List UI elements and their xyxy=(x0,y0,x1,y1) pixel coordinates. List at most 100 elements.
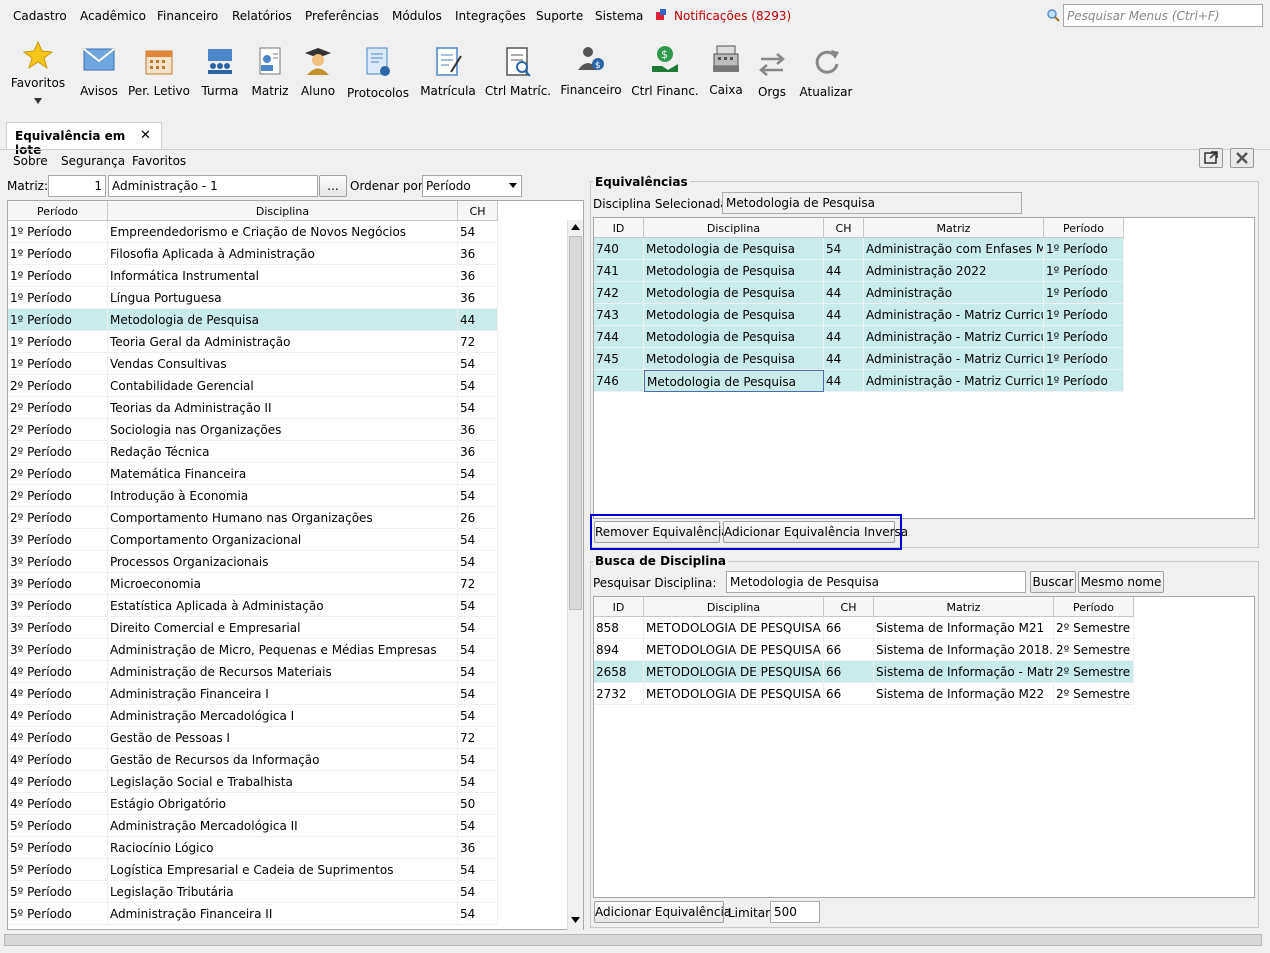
table-row[interactable]: 2º Período Comportamento Humano nas Organ… xyxy=(8,507,498,529)
table-row[interactable]: 858METODOLOGIA DE PESQUISA C...66Sistema… xyxy=(594,617,1134,639)
table-row[interactable]: 2658METODOLOGIA DE PESQUISA C...66Sistem… xyxy=(594,661,1134,683)
submenu-seguranca[interactable]: Segurança xyxy=(61,154,125,168)
horizontal-scrollbar[interactable] xyxy=(4,934,1262,946)
column-header-ch[interactable]: CH xyxy=(458,201,498,221)
toolbar-aluno-button[interactable]: Aluno xyxy=(298,34,338,110)
table-row[interactable]: 2º Período Matemática Financeira 54 xyxy=(8,463,498,485)
menu-academico[interactable]: Acadêmico xyxy=(80,9,146,23)
toolbar-atualizar-button[interactable]: Atualizar xyxy=(798,34,854,110)
table-row[interactable]: 3º Período Processos Organizacionais 54 xyxy=(8,551,498,573)
close-icon[interactable]: ✕ xyxy=(140,128,151,143)
toolbar-avisos-button[interactable]: Avisos xyxy=(76,34,122,110)
table-row[interactable]: 894METODOLOGIA DE PESQUISA C...66Sistema… xyxy=(594,639,1134,661)
scrollbar-thumb[interactable] xyxy=(569,236,582,610)
submenu-favoritos[interactable]: Favoritos xyxy=(132,154,186,168)
detach-window-button[interactable] xyxy=(1199,148,1223,168)
menu-relatorios[interactable]: Relatórios xyxy=(232,9,292,23)
table-row[interactable]: 1º Período Teoria Geral da Administração 7… xyxy=(8,331,498,353)
menu-cadastro[interactable]: Cadastro xyxy=(13,9,67,23)
table-row[interactable]: 746 Metodologia de Pesquisa 44 Administraçã… xyxy=(594,370,1124,392)
notification-icon[interactable] xyxy=(655,9,667,21)
toolbar-ctrl-matricula-button[interactable]: Ctrl Matríc. xyxy=(484,34,552,110)
matriz-name-field[interactable]: Administração - 1 xyxy=(108,175,318,197)
table-row[interactable]: 5º Período Administração Financeira II 54 xyxy=(8,903,498,925)
column-header-disciplina[interactable]: Disciplina xyxy=(108,201,458,221)
menu-modulos[interactable]: Módulos xyxy=(392,9,442,23)
table-row[interactable]: 4º Período Gestão de Pessoas I 72 xyxy=(8,727,498,749)
menu-preferencias[interactable]: Preferências xyxy=(305,9,379,23)
table-row[interactable]: 3º Período Comportamento Organizacional 54 xyxy=(8,529,498,551)
table-row[interactable]: 2º Período Redação Técnica 36 xyxy=(8,441,498,463)
table-row[interactable]: 740 Metodologia de Pesquisa 54 Administraçã… xyxy=(594,238,1124,260)
matriz-id-field[interactable]: 1 xyxy=(48,175,106,197)
table-row[interactable]: 742 Metodologia de Pesquisa 44 Administraçã… xyxy=(594,282,1124,304)
table-row[interactable]: 743 Metodologia de Pesquisa 44 Administraçã… xyxy=(594,304,1124,326)
column-header-periodo[interactable]: Período xyxy=(1054,597,1134,617)
add-equivalence-button[interactable]: Adicionar Equivalência xyxy=(594,901,731,923)
table-row[interactable]: 4º Período Administração Financeira I 54 xyxy=(8,683,498,705)
column-header-matriz[interactable]: Matriz xyxy=(874,597,1054,617)
close-window-button[interactable] xyxy=(1230,148,1254,168)
search-discipline-input[interactable]: Metodologia de Pesquisa xyxy=(726,571,1026,593)
table-row[interactable]: 4º Período Gestão de Recursos da Informaç… xyxy=(8,749,498,771)
toolbar-matriz-button[interactable]: Matriz xyxy=(248,34,292,110)
table-row[interactable]: 3º Período Microeconomia 72 xyxy=(8,573,498,595)
submenu-sobre[interactable]: Sobre xyxy=(13,154,48,168)
toolbar-caixa-button[interactable]: Caixa xyxy=(706,34,746,110)
menu-suporte[interactable]: Suporte xyxy=(536,9,583,23)
table-row[interactable]: 3º Período Direito Comercial e Empresaria… xyxy=(8,617,498,639)
notifications-link[interactable]: Notificações (8293) xyxy=(674,9,791,23)
column-header-disciplina[interactable]: Disciplina xyxy=(644,218,824,238)
table-row[interactable]: 5º Período Administração Mercadológica II… xyxy=(8,815,498,837)
table-row[interactable]: 2º Período Introdução à Economia 54 xyxy=(8,485,498,507)
column-header-id[interactable]: ID xyxy=(594,597,644,617)
table-row[interactable]: 2º Período Teorias da Administração II 54 xyxy=(8,397,498,419)
table-row[interactable]: 1º Período Informática Instrumental 36 xyxy=(8,265,498,287)
table-row[interactable]: 4º Período Legislação Social e Trabalhist… xyxy=(8,771,498,793)
toolbar-periodo-letivo-button[interactable]: Per. Letivo xyxy=(128,34,190,110)
table-row[interactable]: 4º Período Administração de Recursos Mate… xyxy=(8,661,498,683)
toolbar-matricula-button[interactable]: Matrícula xyxy=(418,34,478,110)
table-row[interactable]: 4º Período Administração Mercadológica I5… xyxy=(8,705,498,727)
browse-matriz-button[interactable]: ... xyxy=(319,175,347,197)
table-row[interactable]: 4º Período Estágio Obrigatório 50 xyxy=(8,793,498,815)
same-name-button[interactable]: Mesmo nome xyxy=(1078,571,1164,593)
column-header-matriz[interactable]: Matriz xyxy=(864,218,1044,238)
toolbar-protocolos-button[interactable]: Protocolos xyxy=(346,34,410,110)
menu-financeiro[interactable]: Financeiro xyxy=(157,9,218,23)
column-header-ch[interactable]: CH xyxy=(824,597,874,617)
table-row[interactable]: 1º Período Metodologia de Pesquisa 44 xyxy=(8,309,498,331)
table-row[interactable]: 2º Período Contabilidade Gerencial 54 xyxy=(8,375,498,397)
limit-input[interactable]: 500 xyxy=(770,901,820,923)
search-menus-input[interactable]: Pesquisar Menus (Ctrl+F) xyxy=(1063,4,1263,27)
vertical-scrollbar[interactable] xyxy=(567,220,583,930)
table-row[interactable]: 1º Período Língua Portuguesa 36 xyxy=(8,287,498,309)
toolbar-ctrl-financeiro-button[interactable]: $ Ctrl Financ. xyxy=(630,34,700,110)
toolbar-orgs-button[interactable]: Orgs xyxy=(752,34,792,110)
table-row[interactable]: 2732METODOLOGIA DE PESQUISA C...66Sistem… xyxy=(594,683,1134,705)
table-row[interactable]: 5º Período Raciocínio Lógico 36 xyxy=(8,837,498,859)
search-button[interactable]: Buscar xyxy=(1030,571,1076,593)
menu-integracoes[interactable]: Integrações xyxy=(455,9,526,23)
column-header-id[interactable]: ID xyxy=(594,218,644,238)
table-row[interactable]: 744 Metodologia de Pesquisa 44 Administraçã… xyxy=(594,326,1124,348)
table-row[interactable]: 3º Período Administração de Micro, Pequen… xyxy=(8,639,498,661)
column-header-periodo[interactable]: Período xyxy=(1044,218,1124,238)
table-row[interactable]: 2º Período Sociologia nas Organizações 36 xyxy=(8,419,498,441)
table-row[interactable]: 1º Período Empreendedorismo e Criação de … xyxy=(8,221,498,243)
table-row[interactable]: 5º Período Legislação Tributária 54 xyxy=(8,881,498,903)
order-by-select[interactable]: Período xyxy=(422,175,522,197)
column-header-disciplina[interactable]: Disciplina xyxy=(644,597,824,617)
menu-sistema[interactable]: Sistema xyxy=(595,9,643,23)
table-row[interactable]: 745 Metodologia de Pesquisa 44 Administraçã… xyxy=(594,348,1124,370)
table-row[interactable]: 1º Período Vendas Consultivas 54 xyxy=(8,353,498,375)
toolbar-financeiro-button[interactable]: $ Financeiro xyxy=(560,34,622,110)
column-header-periodo[interactable]: Período xyxy=(8,201,108,221)
toolbar-favoritos-button[interactable]: Favoritos xyxy=(8,34,68,110)
table-row[interactable]: 741 Metodologia de Pesquisa 44 Administraçã… xyxy=(594,260,1124,282)
tab-equivalencia-em-lote[interactable]: Equivalência em lote ✕ xyxy=(6,122,162,157)
table-row[interactable]: 3º Período Estatística Aplicada à Adminis… xyxy=(8,595,498,617)
table-row[interactable]: 5º Período Logística Empresarial e Cadeia… xyxy=(8,859,498,881)
toolbar-turma-button[interactable]: Turma xyxy=(198,34,242,110)
table-row[interactable]: 1º Período Filosofia Aplicada à Administr… xyxy=(8,243,498,265)
